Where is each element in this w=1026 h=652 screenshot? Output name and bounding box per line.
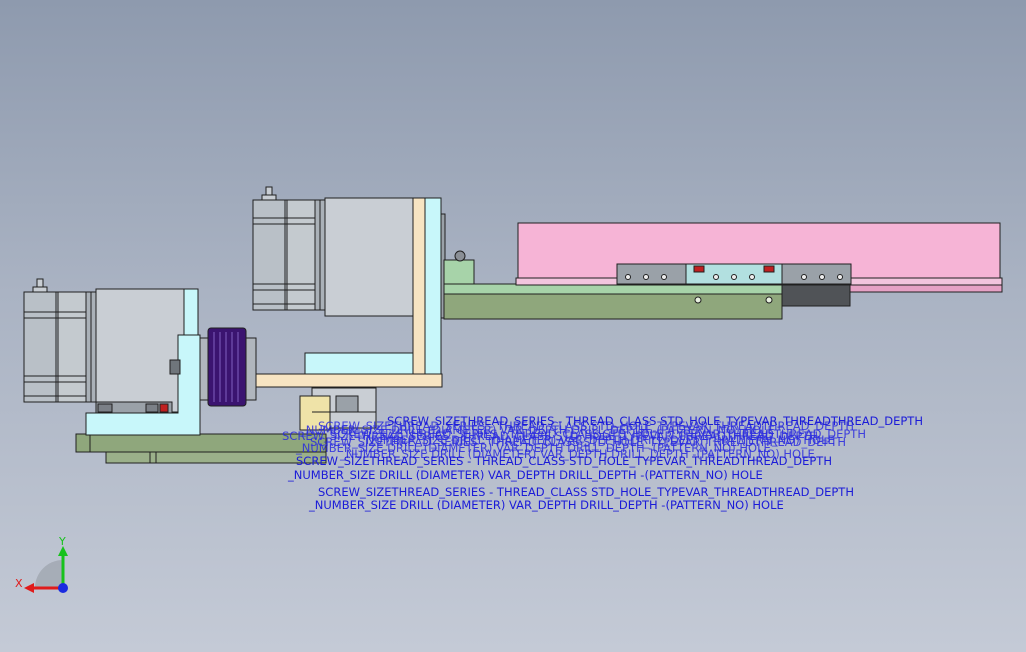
upper-motor-body <box>324 197 414 317</box>
hole-callout-1-line1[interactable]: SCREW_SIZETHREAD_SERIES - THREAD_CLASS S… <box>387 414 923 428</box>
hole-callout-3-line2[interactable]: _NUMBER_SIZE DRILL (DIAMETER) VAR_DEPTH … <box>308 498 784 512</box>
annotation-line: _NUMBER_SIZE DRILL (DIAMETER) VAR_DEPTH … <box>359 433 835 447</box>
left-motor <box>23 278 185 415</box>
carriage <box>515 222 1003 293</box>
triad-y-label: Y <box>58 535 66 548</box>
triad-shade <box>35 560 63 588</box>
hole-callout-3-line1[interactable]: SCREW_SIZETHREAD_SERIES - THREAD_CLASS S… <box>318 485 854 499</box>
triad-z-axis <box>58 583 68 593</box>
hole-callout-annotations[interactable]: SCREW_SIZETHREAD_SERIES - THREAD_CLASS S… <box>282 414 923 512</box>
upper-motor-bracket <box>412 197 446 375</box>
upper-motor <box>252 186 414 317</box>
spring-coupling <box>199 327 257 407</box>
left-motor-body <box>95 288 185 413</box>
triad-x-label: X <box>15 577 23 590</box>
center-bracket <box>304 352 426 375</box>
hole-callout-2-line2[interactable]: _NUMBER_SIZE DRILL (DIAMETER) VAR_DEPTH … <box>287 468 763 482</box>
hole-callout-2-line1[interactable]: SCREW_SIZETHREAD_SERIES - THREAD_CLASS S… <box>296 454 832 468</box>
cad-viewport[interactable]: SCREW_SIZETHREAD_SERIES - THREAD_CLASS S… <box>0 0 1026 652</box>
axis-triad[interactable]: Y X <box>15 535 68 593</box>
